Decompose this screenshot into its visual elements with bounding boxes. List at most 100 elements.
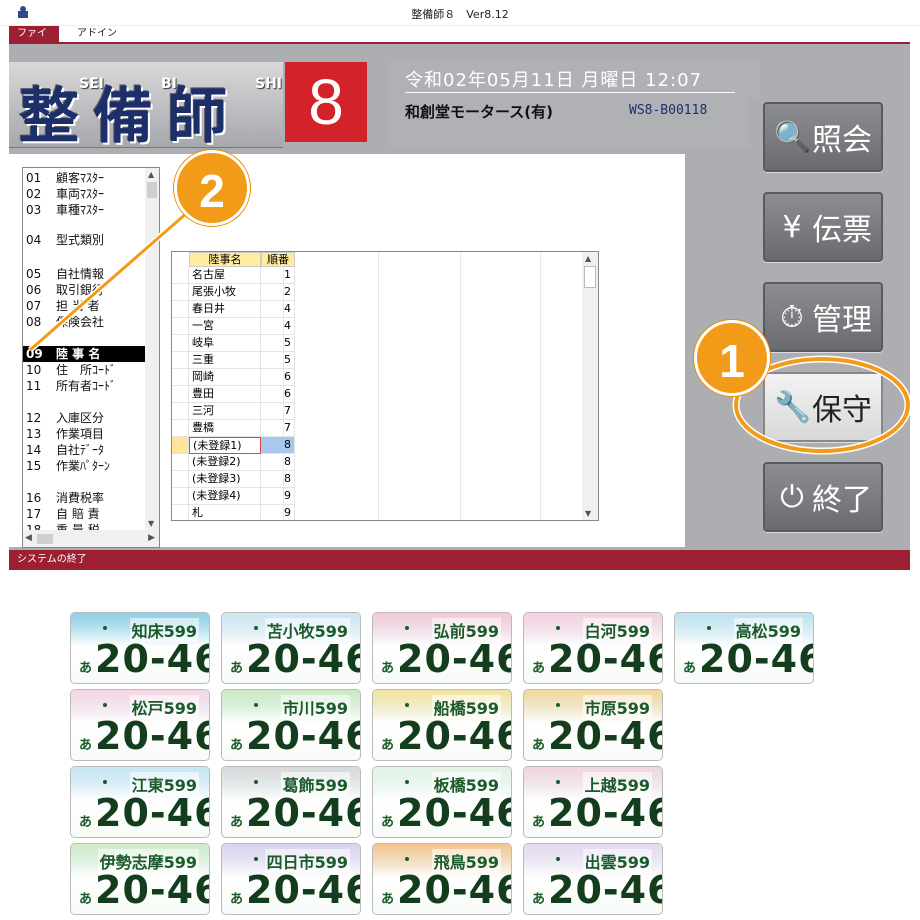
menu-list-item-03[interactable]: 03 車種ﾏｽﾀｰ xyxy=(26,202,144,218)
grid-cell-order[interactable]: 9 xyxy=(261,488,295,505)
menu-list-item-10[interactable]: 10 住 所ｺｰﾄﾞ xyxy=(26,362,144,378)
menu-item-number: 01 xyxy=(26,171,42,185)
grid-row-selector[interactable] xyxy=(172,488,189,505)
grid-row-selector[interactable] xyxy=(172,403,189,420)
grid-cell-order[interactable]: 8 xyxy=(261,471,295,488)
land-office-grid[interactable]: 陸事名 順番 名古屋 1 尾張小牧 2 春日井 4 一宮 4 岐阜 5 三重 5 岡崎 6 豊田 6 三河 7 豊橋… xyxy=(171,251,599,521)
grid-cell-name[interactable]: (未登録1) xyxy=(189,437,261,454)
menu-list-item-07[interactable]: 07 担 当 者 xyxy=(26,298,144,314)
grid-cell-name[interactable]: 豊橋 xyxy=(189,420,261,437)
menu-list-item-04[interactable]: 04 型式類別 xyxy=(26,232,144,248)
grid-cell-name[interactable]: 岐阜 xyxy=(189,335,261,352)
plate-kana: あ xyxy=(381,815,395,830)
grid-cell-name[interactable]: 三河 xyxy=(189,403,261,420)
menu-list-vertical-scrollbar[interactable]: ▲ ▼ xyxy=(145,168,159,530)
grid-cell-name[interactable]: 尾張小牧 xyxy=(189,284,261,301)
menu-addin[interactable]: アドイン xyxy=(69,26,125,42)
grid-cell-order[interactable]: 4 xyxy=(261,301,295,318)
manage-button[interactable]: ⏱ 管理 xyxy=(763,282,883,352)
menu-list-item-02[interactable]: 02 車両ﾏｽﾀｰ xyxy=(26,186,144,202)
app-main-window: 整備師 SEI BI SHI 8 令和02年05月11日 月曜日 12:07 和… xyxy=(9,44,910,550)
app-logo: 整備師 SEI BI SHI xyxy=(9,62,283,152)
grid-row-selector[interactable] xyxy=(172,420,189,437)
plate-kana: あ xyxy=(683,661,697,676)
side-button-label: 伝票 xyxy=(812,213,872,248)
grid-cell-name[interactable]: 春日井 xyxy=(189,301,261,318)
grid-cell-name[interactable]: 札 xyxy=(189,505,261,520)
grid-cell-name[interactable]: 豊田 xyxy=(189,386,261,403)
license-plate-gallery: 知床599 あ 20-46 苫小牧599 あ 20-46 弘前599 あ 20-46 白河599 あ… xyxy=(0,604,920,920)
grid-cell-name[interactable]: (未登録3) xyxy=(189,471,261,488)
grid-row-selector[interactable] xyxy=(172,386,189,403)
plate-number: 20-46 xyxy=(548,714,663,758)
menu-list-item-05[interactable]: 05 自社情報 xyxy=(26,266,144,282)
grid-cell-name[interactable]: 名古屋 xyxy=(189,267,261,284)
grid-cell-order[interactable]: 7 xyxy=(261,403,295,420)
grid-cell-name[interactable]: (未登録2) xyxy=(189,454,261,471)
menu-list-item-08[interactable]: 08 保険会社 xyxy=(26,314,144,330)
grid-row-selector[interactable] xyxy=(172,318,189,335)
menu-list-item-16[interactable]: 16 消費税率 xyxy=(26,490,144,506)
menu-item-label: 消費税率 xyxy=(56,491,105,505)
grid-row-selector[interactable] xyxy=(172,471,189,488)
grid-row-selector[interactable] xyxy=(172,301,189,318)
master-menu-list[interactable]: 01 顧客ﾏｽﾀｰ 02 車両ﾏｽﾀｰ 03 車種ﾏｽﾀｰ 04 型式類別 05 自社情報 06 取引… xyxy=(22,167,160,548)
plate-bolt xyxy=(707,626,711,630)
grid-row-selector[interactable] xyxy=(172,284,189,301)
plate-kana: あ xyxy=(230,815,244,830)
grid-cell-order[interactable]: 8 xyxy=(261,454,295,471)
exit-button[interactable]: ⏻ 終了 xyxy=(763,462,883,532)
plate-kana: あ xyxy=(381,738,395,753)
grid-cell-order[interactable]: 5 xyxy=(261,335,295,352)
license-plate: 弘前599 あ 20-46 xyxy=(372,612,512,684)
grid-row-selector[interactable] xyxy=(172,352,189,369)
grid-row-selector[interactable] xyxy=(172,335,189,352)
grid-cell-order[interactable]: 6 xyxy=(261,386,295,403)
license-plate: 市原599 あ 20-46 xyxy=(523,689,663,761)
grid-cell-order[interactable]: 8 xyxy=(261,437,295,454)
menu-item-number: 03 xyxy=(26,203,42,217)
menu-list-item-06[interactable]: 06 取引銀行 xyxy=(26,282,144,298)
menu-list-horizontal-scrollbar[interactable]: ◀ ▶ xyxy=(23,530,159,547)
grid-cell-name[interactable]: 一宮 xyxy=(189,318,261,335)
grid-row-selector[interactable] xyxy=(172,267,189,284)
menu-list-item-17[interactable]: 17 自 賠 責 xyxy=(26,506,144,522)
grid-cell-name[interactable]: 三重 xyxy=(189,352,261,369)
plate-kana: あ xyxy=(381,661,395,676)
grid-cell-name[interactable]: 岡崎 xyxy=(189,369,261,386)
menu-list-item-14[interactable]: 14 自社ﾃﾞｰﾀ xyxy=(26,442,144,458)
grid-cell-order[interactable]: 5 xyxy=(261,352,295,369)
slip-button[interactable]: ¥ 伝票 xyxy=(763,192,883,262)
window-titlebar: 整備師８ Ver8.12 xyxy=(0,0,920,26)
grid-row-selector[interactable] xyxy=(172,454,189,471)
grid-row-selector[interactable] xyxy=(172,505,189,520)
menu-item-number: 15 xyxy=(26,459,42,473)
grid-row-selector[interactable] xyxy=(172,369,189,386)
menu-file[interactable]: ファイル xyxy=(9,26,59,55)
plate-bolt xyxy=(254,857,258,861)
menu-list-item-12[interactable]: 12 入庫区分 xyxy=(26,410,144,426)
grid-cell-order[interactable]: 2 xyxy=(261,284,295,301)
grid-cell-order[interactable]: 1 xyxy=(261,267,295,284)
grid-cell-name[interactable]: (未登録4) xyxy=(189,488,261,505)
grid-cell-order[interactable]: 9 xyxy=(261,505,295,520)
menu-item-label: 作業ﾊﾟﾀｰﾝ xyxy=(56,459,111,473)
maintenance-button[interactable]: 🔧 保守 xyxy=(763,372,883,442)
menu-list-item-01[interactable]: 01 顧客ﾏｽﾀｰ xyxy=(26,170,144,186)
annotation-badge-1: 1 xyxy=(694,320,770,396)
grid-cell-order[interactable]: 6 xyxy=(261,369,295,386)
grid-vertical-scrollbar[interactable]: ▲ ▼ xyxy=(582,252,598,520)
menu-list-item-13[interactable]: 13 作業項目 xyxy=(26,426,144,442)
menu-list-item-09[interactable]: 09 陸 事 名 xyxy=(23,346,145,362)
menu-list-item-11[interactable]: 11 所有者ｺｰﾄﾞ xyxy=(26,378,144,394)
grid-header-name[interactable]: 陸事名 xyxy=(189,252,261,267)
menu-item-label: 自社情報 xyxy=(56,267,105,281)
grid-row-selector[interactable] xyxy=(172,437,189,454)
grid-cell-order[interactable]: 7 xyxy=(261,420,295,437)
plate-kana: あ xyxy=(532,815,546,830)
grid-header-order[interactable]: 順番 xyxy=(261,252,295,267)
inquiry-button[interactable]: 🔍 照会 xyxy=(763,102,883,172)
grid-cell-order[interactable]: 4 xyxy=(261,318,295,335)
menu-item-number: 04 xyxy=(26,233,42,247)
menu-list-item-15[interactable]: 15 作業ﾊﾟﾀｰﾝ xyxy=(26,458,144,474)
